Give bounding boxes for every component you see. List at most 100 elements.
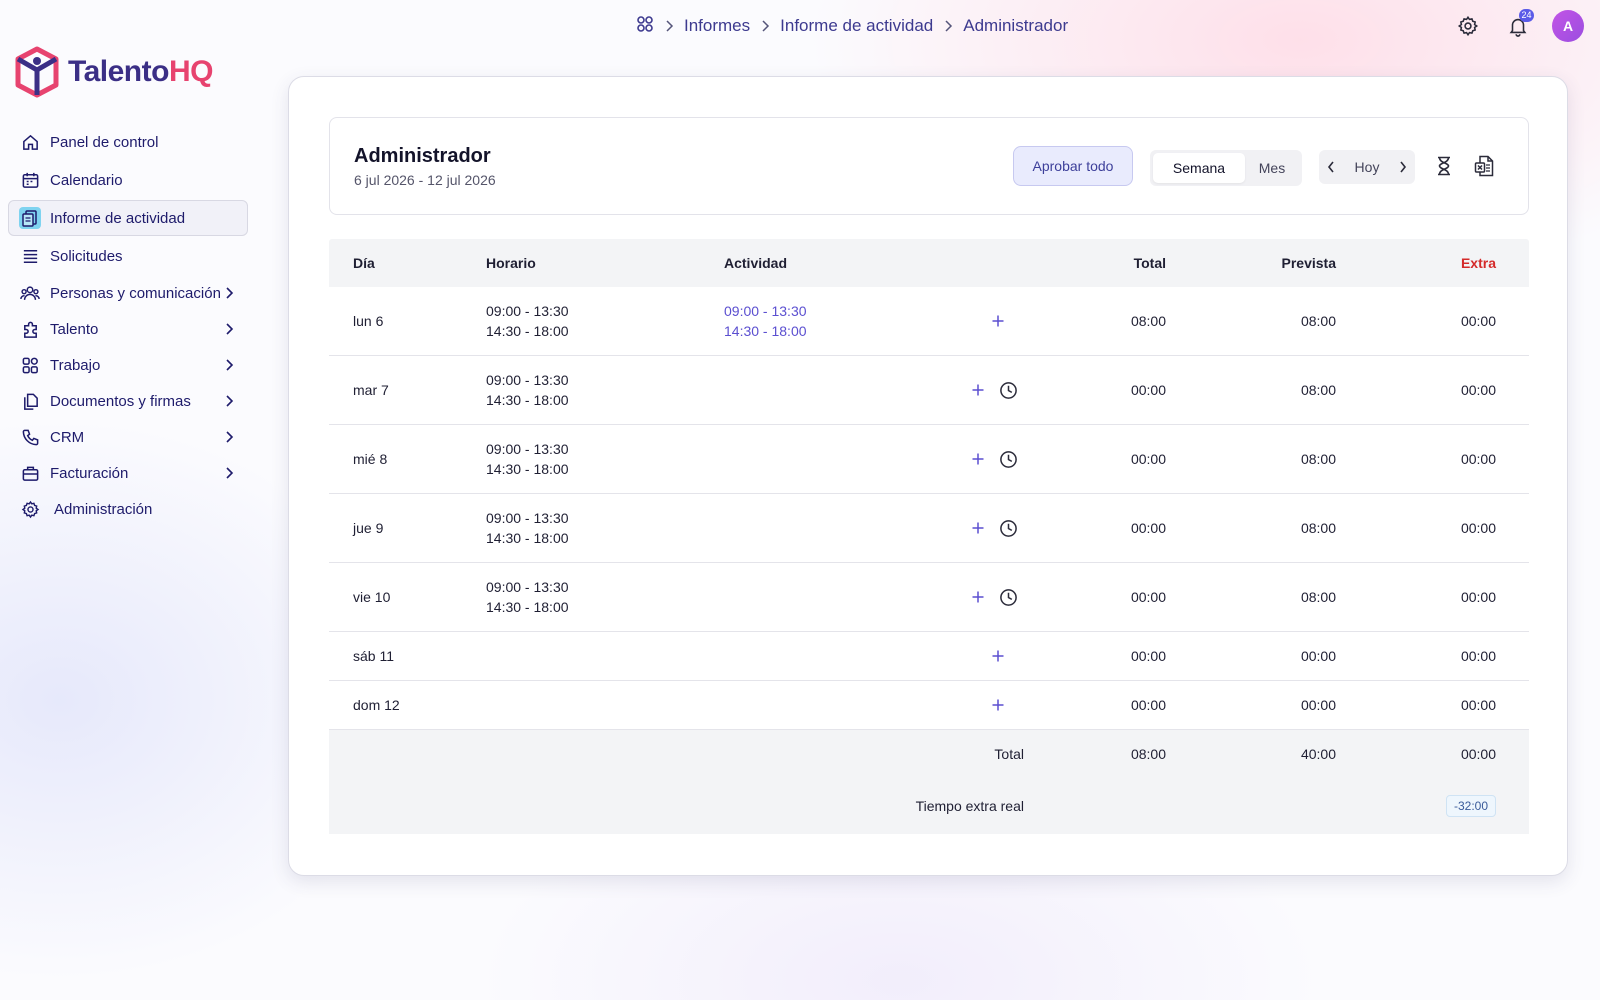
table-row: dom 12 00:00 00:00 00:00 (329, 681, 1529, 730)
total-cell: 00:00 (1130, 451, 1166, 467)
schedule-cell: 09:00 - 13:30 14:30 - 18:00 (486, 441, 569, 477)
day-cell: jue 9 (353, 520, 384, 536)
sidebar-item-documentos[interactable]: Documentos y firmas (8, 384, 248, 418)
sidebar-item-personas[interactable]: Personas y comunicación (8, 276, 248, 310)
schedule-cell: 09:00 - 13:30 14:30 - 18:00 (486, 510, 569, 546)
report-header: Administrador 6 jul 2026 - 12 jul 2026 A… (329, 117, 1529, 215)
chevron-right-icon (221, 394, 237, 408)
day-cell: mar 7 (353, 382, 389, 398)
planned-cell: 00:00 (1300, 697, 1336, 713)
activity-cell[interactable]: 09:00 - 13:30 14:30 - 18:00 (724, 301, 904, 341)
planned-cell: 08:00 (1300, 313, 1336, 329)
date-navigator: Hoy (1319, 150, 1415, 184)
planned-cell: 00:00 (1300, 648, 1336, 664)
clock-icon[interactable] (998, 518, 1018, 538)
sum-extra: 00:00 (1460, 746, 1496, 762)
notifications-bell-icon[interactable]: 24 (1502, 9, 1534, 42)
add-plus-icon[interactable] (968, 518, 988, 538)
previous-week-chevron-left-icon[interactable] (1327, 161, 1335, 173)
logo-cube-icon (15, 46, 59, 98)
extra-cell: 00:00 (1460, 648, 1496, 664)
next-week-chevron-right-icon[interactable] (1399, 161, 1407, 173)
breadcrumb-informe-actividad[interactable]: Informe de actividad (780, 16, 933, 36)
excel-export-icon[interactable] (1472, 154, 1496, 178)
page-title: Administrador (354, 145, 491, 167)
settings-gear-icon[interactable] (1452, 10, 1484, 42)
phone-icon (19, 426, 41, 448)
clock-icon[interactable] (998, 380, 1018, 400)
total-cell: 00:00 (1130, 520, 1166, 536)
extra-cell: 00:00 (1460, 697, 1496, 713)
notification-badge: 24 (1519, 9, 1534, 22)
sum-total: 08:00 (1130, 746, 1166, 762)
apps-grid-icon[interactable] (636, 15, 654, 38)
avatar[interactable]: A (1552, 10, 1584, 42)
extra-cell: 00:00 (1460, 520, 1496, 536)
schedule-cell: 09:00 - 13:30 14:30 - 18:00 (486, 303, 569, 339)
date-range: 6 jul 2026 - 12 jul 2026 (354, 172, 496, 188)
add-plus-icon[interactable] (988, 646, 1008, 666)
today-button[interactable]: Hoy (1355, 159, 1380, 175)
list-icon (19, 245, 41, 267)
sidebar-item-panel-de-control[interactable]: Panel de control (8, 124, 248, 160)
add-plus-icon[interactable] (968, 587, 988, 607)
day-cell: dom 12 (353, 697, 400, 713)
report-icon (19, 207, 41, 229)
sidebar-item-administracion[interactable]: Administración (8, 492, 248, 526)
users-icon (19, 282, 41, 304)
sidebar-item-calendario[interactable]: Calendario (8, 162, 248, 198)
sidebar-item-facturacion[interactable]: Facturación (8, 456, 248, 490)
total-label: Total (994, 746, 1024, 762)
planned-cell: 08:00 (1300, 451, 1336, 467)
sidebar-item-trabajo[interactable]: Trabajo (8, 348, 248, 382)
clock-icon[interactable] (998, 587, 1018, 607)
column-header-total: Total (1133, 255, 1166, 271)
sidebar-item-talento[interactable]: Talento (8, 312, 248, 346)
view-toggle: Semana Mes (1150, 150, 1302, 186)
view-month-button[interactable]: Mes (1245, 153, 1299, 183)
planned-cell: 08:00 (1300, 589, 1336, 605)
planned-cell: 08:00 (1300, 520, 1336, 536)
total-cell: 00:00 (1130, 382, 1166, 398)
sidebar-item-crm[interactable]: CRM (8, 420, 248, 454)
day-cell: mié 8 (353, 451, 388, 467)
real-extra-row: Tiempo extra real -32:00 (329, 778, 1529, 834)
add-plus-icon[interactable] (968, 449, 988, 469)
breadcrumb: Informes Informe de actividad Administra… (636, 14, 1068, 38)
gear-icon (19, 498, 41, 520)
table-row: lun 6 09:00 - 13:30 14:30 - 18:00 09:00 -… (329, 287, 1529, 356)
puzzle-icon (19, 318, 41, 340)
chevron-right-icon (221, 430, 237, 444)
calendar-icon (19, 169, 41, 191)
approve-all-button[interactable]: Aprobar todo (1013, 146, 1133, 186)
table-footer: Total 08:00 40:00 00:00 Tiempo extra rea… (329, 730, 1529, 834)
breadcrumb-informes[interactable]: Informes (684, 16, 750, 36)
add-plus-icon[interactable] (968, 380, 988, 400)
total-cell: 00:00 (1130, 697, 1166, 713)
table-row: sáb 11 00:00 00:00 00:00 (329, 632, 1529, 681)
clock-icon[interactable] (998, 449, 1018, 469)
sidebar-item-solicitudes[interactable]: Solicitudes (8, 238, 248, 274)
table-row: jue 9 09:00 - 13:30 14:30 - 18:00 00:00 0… (329, 494, 1529, 563)
sidebar-item-informe-de-actividad[interactable]: Informe de actividad (8, 200, 248, 236)
hourglass-icon[interactable] (1432, 154, 1456, 178)
chevron-right-icon (664, 20, 674, 32)
total-cell: 00:00 (1130, 589, 1166, 605)
logo-text: TalentoHQ (68, 55, 213, 88)
sum-planned: 40:00 (1300, 746, 1336, 762)
chevron-right-icon (221, 286, 237, 300)
totals-row: Total 08:00 40:00 00:00 (329, 730, 1529, 778)
add-plus-icon[interactable] (988, 311, 1008, 331)
logo[interactable]: TalentoHQ (14, 46, 213, 98)
chevron-right-icon (221, 466, 237, 480)
view-week-button[interactable]: Semana (1153, 153, 1245, 183)
breadcrumb-current: Administrador (963, 16, 1069, 35)
extra-cell: 00:00 (1460, 589, 1496, 605)
home-icon (19, 131, 41, 153)
grid-icon (19, 354, 41, 376)
briefcase-icon (19, 462, 41, 484)
total-cell: 00:00 (1130, 648, 1166, 664)
table-row: mar 7 09:00 - 13:30 14:30 - 18:00 00:00 0… (329, 356, 1529, 425)
schedule-cell: 09:00 - 13:30 14:30 - 18:00 (486, 579, 569, 615)
add-plus-icon[interactable] (988, 695, 1008, 715)
